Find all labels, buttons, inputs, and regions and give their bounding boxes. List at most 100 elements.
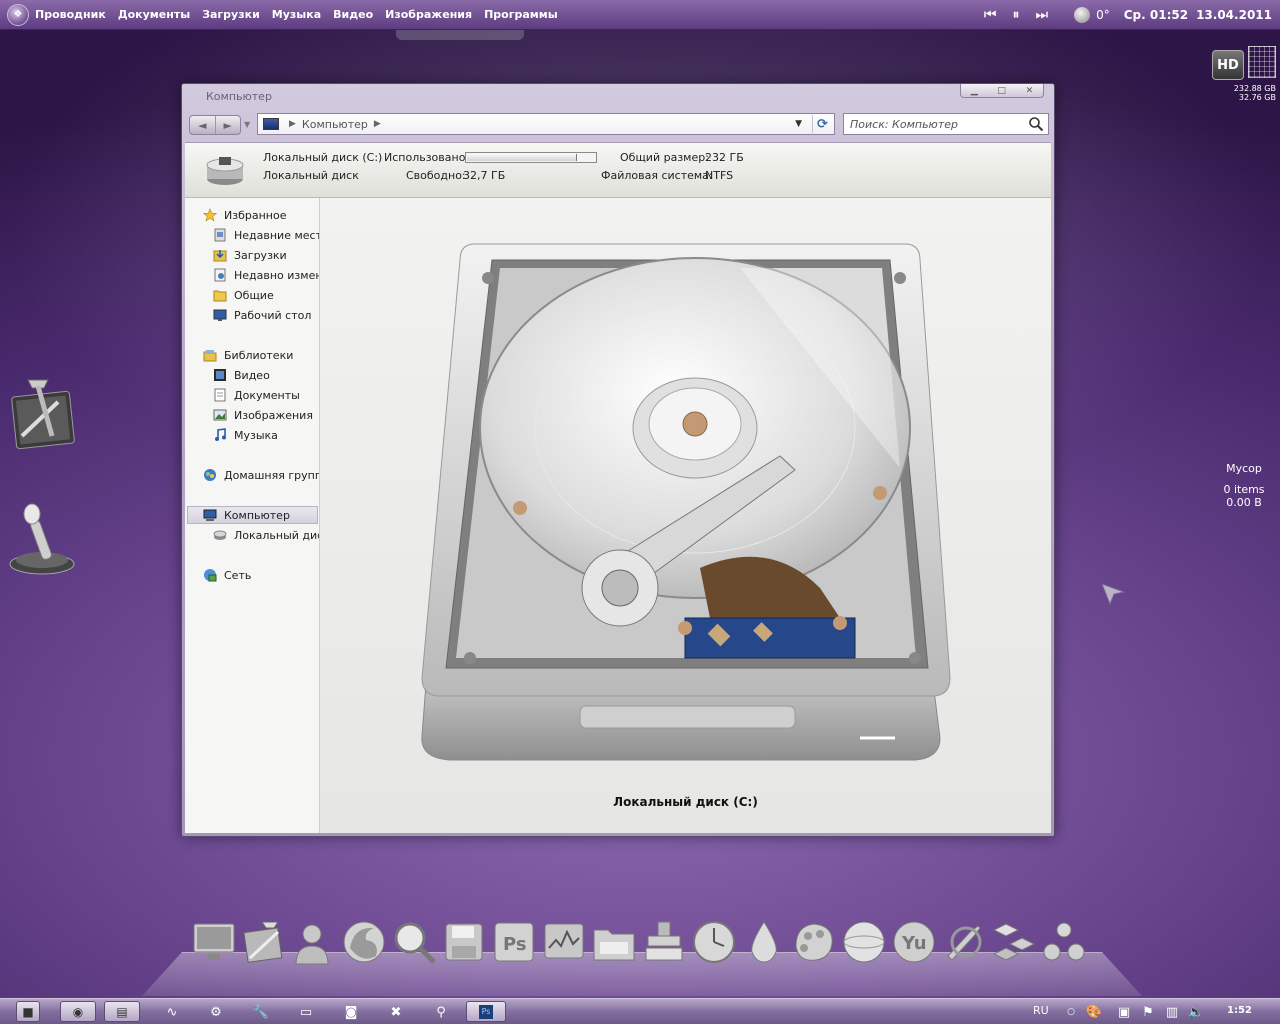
photoshop-dock-icon[interactable]: Ps bbox=[490, 918, 538, 970]
weather-icon[interactable] bbox=[1074, 7, 1091, 23]
clock-time[interactable]: Ср. 01:52 bbox=[1124, 8, 1188, 22]
topbar-handle[interactable] bbox=[396, 30, 524, 40]
tray-volume-icon[interactable]: 🔈 bbox=[1186, 1002, 1206, 1022]
photoshop-task-button[interactable]: Ps bbox=[466, 1001, 506, 1022]
search-input[interactable]: Поиск: Компьютер bbox=[843, 113, 1049, 135]
sphere-dock-icon[interactable] bbox=[840, 918, 888, 970]
breadcrumb-separator-icon[interactable]: ▶ bbox=[374, 119, 381, 129]
weather-temperature: 0° bbox=[1096, 8, 1110, 22]
developer-tools-desktop-icon[interactable] bbox=[8, 376, 76, 450]
paint-palette-dock-icon[interactable] bbox=[790, 918, 838, 970]
wrench-icon[interactable]: 🔧 bbox=[251, 1002, 271, 1022]
tray-network-icon[interactable]: ▥ bbox=[1162, 1002, 1182, 1022]
breadcrumb-computer[interactable]: Компьютер bbox=[302, 118, 368, 131]
nav-music[interactable]: Музыка bbox=[213, 426, 278, 444]
content-area: Локальный диск (C:) bbox=[320, 198, 1051, 833]
nav-desktop[interactable]: Рабочий стол bbox=[213, 306, 311, 324]
tray-palette-icon[interactable]: 🎨 bbox=[1084, 1002, 1104, 1022]
nav-favorites[interactable]: Избранное bbox=[203, 206, 286, 224]
refresh-icon[interactable]: ⟳ bbox=[812, 115, 832, 133]
nav-network[interactable]: Сеть bbox=[203, 566, 251, 584]
camera-icon[interactable]: ◙ bbox=[341, 1002, 361, 1022]
hard-drive-large-icon[interactable] bbox=[410, 238, 960, 778]
yu-dock-icon[interactable]: Yu bbox=[890, 918, 938, 970]
user-dock-icon[interactable] bbox=[288, 918, 336, 970]
tray-dot-icon[interactable]: ○ bbox=[1061, 1002, 1081, 1022]
nav-downloads[interactable]: Загрузки bbox=[213, 246, 287, 264]
clock-date[interactable]: 13.04.2011 bbox=[1196, 8, 1272, 22]
monitor-dock-icon[interactable] bbox=[190, 918, 238, 970]
close-icon[interactable]: ✕ bbox=[1026, 86, 1034, 96]
clock-dock-icon[interactable] bbox=[690, 918, 738, 970]
trash-widget[interactable]: Мусор 0 items 0.00 B bbox=[1210, 462, 1278, 509]
trash-size: 0.00 B bbox=[1226, 496, 1262, 509]
nav-buttons: ◄ ► bbox=[189, 115, 241, 135]
menu-documents[interactable]: Документы bbox=[118, 8, 190, 21]
menu-video[interactable]: Видео bbox=[333, 8, 373, 21]
activity-icon[interactable]: ∿ bbox=[162, 1002, 182, 1022]
explorer-task-button[interactable]: ▤ bbox=[104, 1001, 140, 1022]
water-drop-dock-icon[interactable] bbox=[740, 918, 788, 970]
navigation-pane: Избранное Недавние места Загрузки Недавн… bbox=[185, 198, 320, 833]
nav-documents[interactable]: Документы bbox=[213, 386, 300, 404]
tray-app-icon[interactable]: ▣ bbox=[1114, 1002, 1134, 1022]
tools-dock-icon[interactable] bbox=[240, 918, 288, 970]
menu-programs[interactable]: Программы bbox=[484, 8, 558, 21]
forward-arrow-icon[interactable]: ► bbox=[214, 116, 241, 134]
address-bar[interactable]: ▶ Компьютер ▶ ▼ ⟳ bbox=[257, 113, 835, 135]
files-dock-icon[interactable] bbox=[590, 918, 638, 970]
stamp-dock-icon[interactable] bbox=[640, 918, 688, 970]
recent-pages-dropdown-icon[interactable]: ▼ bbox=[244, 120, 250, 129]
hd-gadget[interactable]: HD 232.88 GB 32.76 GB bbox=[1212, 46, 1276, 102]
start-orb-icon[interactable]: ❖ bbox=[7, 3, 29, 26]
address-dropdown-icon[interactable]: ▼ bbox=[795, 119, 802, 129]
menu-explorer[interactable]: Проводник bbox=[35, 8, 106, 21]
gear-icon[interactable]: ⚙ bbox=[206, 1002, 226, 1022]
menu-images[interactable]: Изображения bbox=[385, 8, 472, 21]
cubes-dock-icon[interactable] bbox=[990, 918, 1038, 970]
previous-track-icon[interactable]: ⏮ bbox=[984, 7, 997, 23]
drive-caption[interactable]: Локальный диск (C:) bbox=[320, 795, 1051, 809]
nav-recent-places[interactable]: Недавние места bbox=[213, 226, 319, 244]
show-desktop-button[interactable]: ■ bbox=[16, 1001, 40, 1022]
breadcrumb-separator-icon[interactable]: ▶ bbox=[289, 119, 296, 129]
save-dock-icon[interactable] bbox=[440, 918, 488, 970]
magnifier-icon[interactable]: ⚲ bbox=[431, 1002, 451, 1022]
nav-homegroup[interactable]: Домашняя группа bbox=[203, 466, 319, 484]
taskbar-clock[interactable]: 1:52 bbox=[1227, 1005, 1252, 1016]
back-arrow-icon[interactable]: ◄ bbox=[190, 116, 215, 134]
nav-local-disk[interactable]: Локальный диск bbox=[213, 526, 319, 544]
window-title: Компьютер bbox=[206, 90, 272, 103]
nav-video[interactable]: Видео bbox=[213, 366, 270, 384]
nav-recently-changed[interactable]: Недавно изменен bbox=[213, 266, 319, 284]
hd-badge: HD bbox=[1212, 50, 1244, 80]
minimize-icon[interactable]: ▁ bbox=[971, 86, 978, 96]
nav-libraries[interactable]: Библиотеки bbox=[203, 346, 293, 364]
system-monitor-dock-icon[interactable] bbox=[540, 918, 588, 970]
start-button[interactable]: ◉ bbox=[60, 1001, 96, 1022]
next-track-icon[interactable]: ⏭ bbox=[1035, 7, 1048, 23]
nav-images[interactable]: Изображения bbox=[213, 406, 313, 424]
drops-dock-icon[interactable] bbox=[1040, 918, 1088, 970]
explorer-window[interactable]: Компьютер ▁ □ ✕ ◄ ► ▼ ▶ Компьютер ▶ ▼ ⟳ … bbox=[181, 83, 1055, 837]
nav-shared[interactable]: Общие bbox=[213, 286, 274, 304]
computer-icon bbox=[263, 118, 279, 130]
menu-downloads[interactable]: Загрузки bbox=[202, 8, 260, 21]
settings-dock-icon[interactable] bbox=[940, 918, 988, 970]
language-indicator[interactable]: RU bbox=[1033, 1004, 1049, 1017]
search-dock-icon[interactable] bbox=[390, 918, 438, 970]
computer-nav-icon bbox=[203, 509, 217, 521]
joystick-desktop-icon[interactable] bbox=[6, 500, 78, 578]
pause-icon[interactable]: ⏸ bbox=[1012, 7, 1019, 23]
tray-flag-icon[interactable]: ⚑ bbox=[1138, 1002, 1158, 1022]
hd-free: 32.76 GB bbox=[1238, 93, 1276, 102]
firefox-dock-icon[interactable] bbox=[340, 918, 388, 970]
drive-name: Локальный диск (C:) bbox=[263, 151, 383, 164]
search-icon[interactable] bbox=[1028, 116, 1044, 132]
nav-computer[interactable]: Компьютер bbox=[187, 506, 318, 524]
folder-quicklaunch-icon[interactable]: ▭ bbox=[296, 1002, 316, 1022]
maximize-icon[interactable]: □ bbox=[997, 86, 1006, 96]
top-menu-bar: ❖ Проводник Документы Загрузки Музыка Ви… bbox=[0, 0, 1280, 30]
menu-music[interactable]: Музыка bbox=[272, 8, 321, 21]
tools-cross-icon[interactable]: ✖ bbox=[386, 1002, 406, 1022]
